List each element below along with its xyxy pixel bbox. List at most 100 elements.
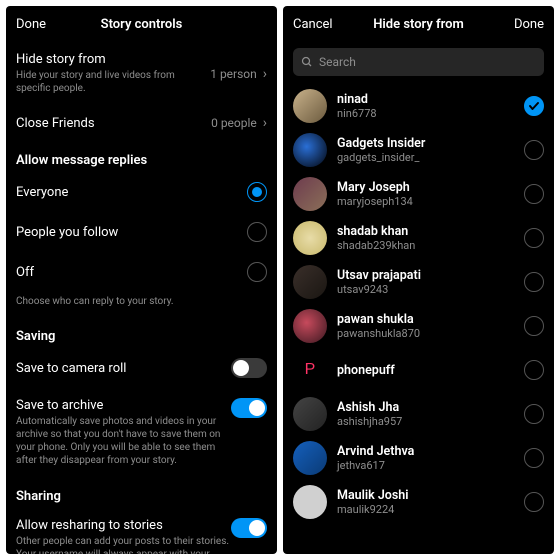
checkbox-circle-icon[interactable] <box>524 228 544 248</box>
header: Cancel Hide story from Done <box>283 6 554 42</box>
save-archive-sub: Automatically save photos and videos in … <box>16 415 231 467</box>
search-icon <box>301 56 313 68</box>
avatar <box>293 309 327 343</box>
saving-section-title: Saving <box>16 317 267 348</box>
user-info: pawan shuklapawanshukla870 <box>337 312 514 340</box>
user-info: ninadnin6778 <box>337 92 514 120</box>
user-info: Utsav prajapatiutsav9243 <box>337 268 514 296</box>
avatar <box>293 397 327 431</box>
avatar <box>293 441 327 475</box>
user-handle: pawanshukla870 <box>337 327 514 340</box>
done-button[interactable]: Done <box>16 17 66 32</box>
user-row[interactable]: Maulik Joshimaulik9224 <box>293 480 544 524</box>
hide-story-from-screen: Cancel Hide story from Done Search ninad… <box>283 6 554 554</box>
user-row[interactable]: Arvind Jethvajethva617 <box>293 436 544 480</box>
user-row[interactable]: ninadnin6778 <box>293 84 544 128</box>
close-friends-value: 0 people <box>211 116 257 130</box>
avatar <box>293 177 327 211</box>
user-name: pawan shukla <box>337 312 514 327</box>
close-friends-label: Close Friends <box>16 116 211 131</box>
checkbox-circle-icon[interactable] <box>524 140 544 160</box>
user-name: phonepuff <box>337 363 514 378</box>
checkbox-circle-icon[interactable] <box>524 184 544 204</box>
checkbox-circle-icon[interactable] <box>524 404 544 424</box>
radio-icon[interactable] <box>247 262 267 282</box>
user-row[interactable]: Mary Josephmaryjoseph134 <box>293 172 544 216</box>
user-handle: shadab239khan <box>337 239 514 252</box>
user-name: ninad <box>337 92 514 107</box>
done-button[interactable]: Done <box>494 17 544 32</box>
user-handle: ashishjha957 <box>337 415 514 428</box>
avatar <box>293 485 327 519</box>
user-handle: maryjoseph134 <box>337 195 514 208</box>
user-row[interactable]: Ashish Jhaashishjha957 <box>293 392 544 436</box>
chevron-right-icon: › <box>263 115 267 131</box>
user-handle: maulik9224 <box>337 503 514 516</box>
user-row[interactable]: pawan shuklapawanshukla870 <box>293 304 544 348</box>
save-archive-label: Save to archive <box>16 398 231 413</box>
save-archive-toggle[interactable] <box>231 398 267 418</box>
user-name: Ashish Jha <box>337 400 514 415</box>
hide-story-row[interactable]: Hide story from Hide your story and live… <box>16 42 267 105</box>
reply-option[interactable]: People you follow <box>16 212 267 252</box>
avatar <box>293 221 327 255</box>
allow-resharing-sub: Other people can add your posts to their… <box>16 535 231 554</box>
radio-icon[interactable] <box>247 182 267 202</box>
user-row[interactable]: Gadgets Insidergadgets_insider_ <box>293 128 544 172</box>
checkmark-selected-icon[interactable] <box>524 96 544 116</box>
avatar <box>293 265 327 299</box>
replies-hint: Choose who can reply to your story. <box>16 292 267 317</box>
user-info: Gadgets Insidergadgets_insider_ <box>337 136 514 164</box>
user-info: phonepuff <box>337 363 514 378</box>
radio-icon[interactable] <box>247 222 267 242</box>
user-name: Utsav prajapati <box>337 268 514 283</box>
allow-resharing-label: Allow resharing to stories <box>16 518 231 533</box>
save-camera-roll-toggle[interactable] <box>231 358 267 378</box>
user-info: Mary Josephmaryjoseph134 <box>337 180 514 208</box>
story-controls-screen: Done Story controls Hide story from Hide… <box>6 6 277 554</box>
checkbox-circle-icon[interactable] <box>524 272 544 292</box>
checkbox-circle-icon[interactable] <box>524 492 544 512</box>
checkbox-circle-icon[interactable] <box>524 360 544 380</box>
checkbox-circle-icon[interactable] <box>524 316 544 336</box>
user-info: Arvind Jethvajethva617 <box>337 444 514 472</box>
save-archive-row[interactable]: Save to archive Automatically save photo… <box>16 388 267 477</box>
reply-option-label: Everyone <box>16 185 247 200</box>
user-handle: nin6778 <box>337 107 514 120</box>
search-placeholder: Search <box>319 55 356 69</box>
close-friends-row[interactable]: Close Friends 0 people › <box>16 105 267 141</box>
avatar <box>293 353 327 387</box>
user-row[interactable]: phonepuff <box>293 348 544 392</box>
user-info: Maulik Joshimaulik9224 <box>337 488 514 516</box>
checkbox-circle-icon[interactable] <box>524 448 544 468</box>
user-row[interactable]: shadab khanshadab239khan <box>293 216 544 260</box>
page-title: Hide story from <box>373 17 464 32</box>
user-handle: jethva617 <box>337 459 514 472</box>
search-input[interactable]: Search <box>293 48 544 76</box>
page-title: Story controls <box>101 17 183 32</box>
allow-resharing-row[interactable]: Allow resharing to stories Other people … <box>16 508 267 554</box>
user-name: Mary Joseph <box>337 180 514 195</box>
user-handle: utsav9243 <box>337 283 514 296</box>
user-handle: gadgets_insider_ <box>337 151 514 164</box>
save-camera-roll-row[interactable]: Save to camera roll <box>16 348 267 388</box>
sharing-section-title: Sharing <box>16 477 267 508</box>
header: Done Story controls <box>6 6 277 42</box>
reply-option-label: People you follow <box>16 225 247 240</box>
chevron-right-icon: › <box>263 66 267 82</box>
avatar <box>293 133 327 167</box>
avatar <box>293 89 327 123</box>
allow-resharing-toggle[interactable] <box>231 518 267 538</box>
hide-story-sub: Hide your story and live videos from spe… <box>16 69 210 95</box>
hide-story-value: 1 person <box>210 67 257 81</box>
user-name: Gadgets Insider <box>337 136 514 151</box>
user-name: Arvind Jethva <box>337 444 514 459</box>
reply-option-label: Off <box>16 265 247 280</box>
user-info: shadab khanshadab239khan <box>337 224 514 252</box>
replies-section-title: Allow message replies <box>16 141 267 172</box>
cancel-button[interactable]: Cancel <box>293 17 343 32</box>
reply-option[interactable]: Off <box>16 252 267 292</box>
reply-option[interactable]: Everyone <box>16 172 267 212</box>
user-row[interactable]: Utsav prajapatiutsav9243 <box>293 260 544 304</box>
user-name: shadab khan <box>337 224 514 239</box>
